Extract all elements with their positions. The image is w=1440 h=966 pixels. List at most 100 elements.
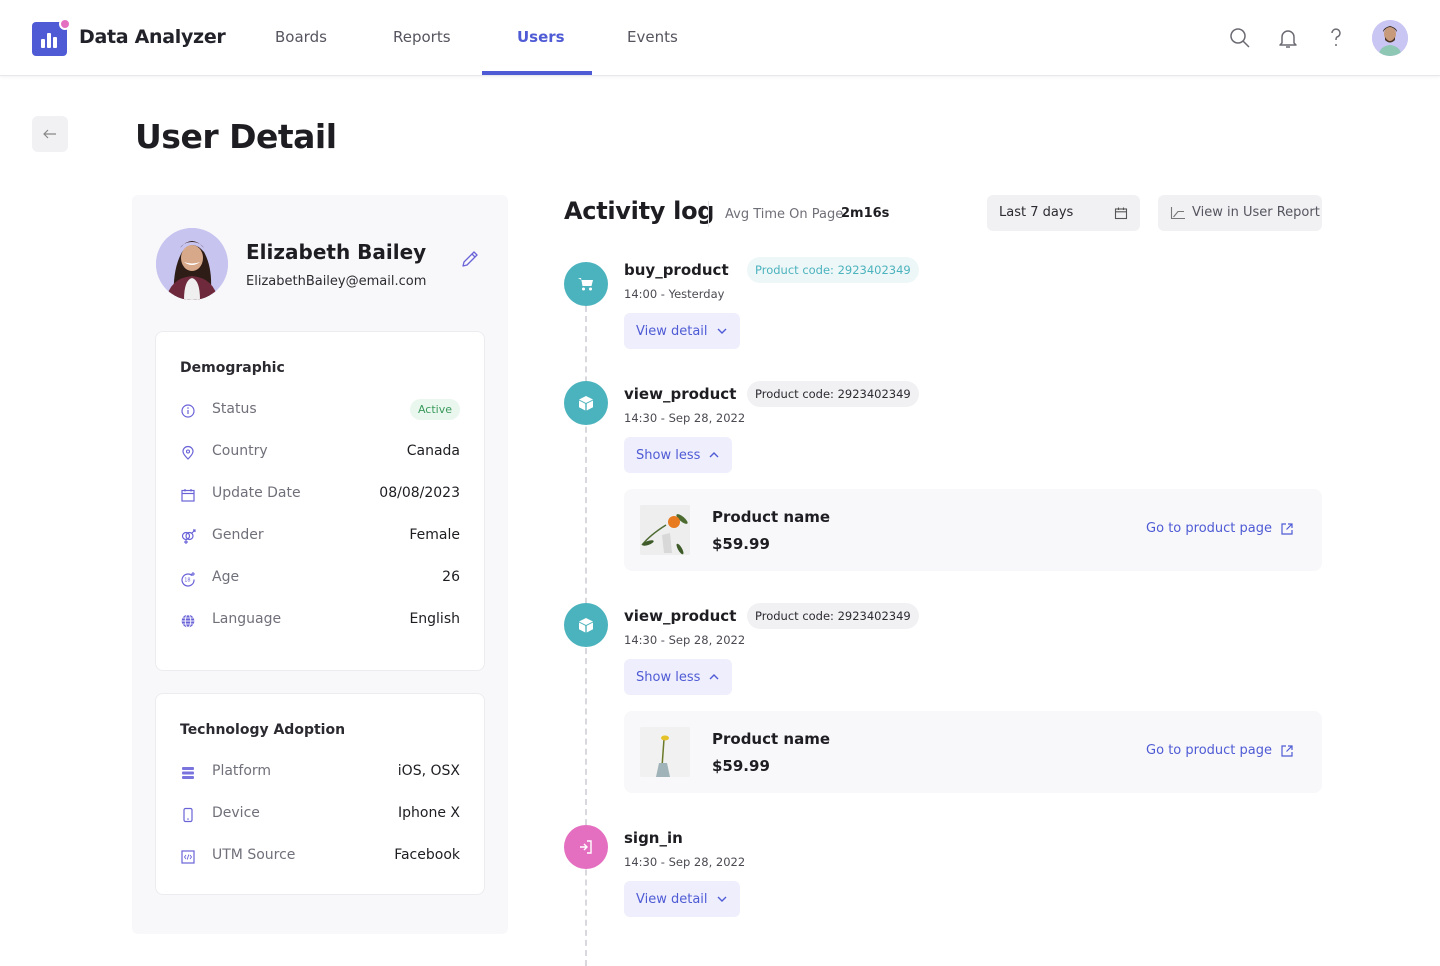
view-in-user-report-label: View in User Report xyxy=(1192,205,1320,220)
go-to-product-page-link[interactable]: Go to product page xyxy=(1146,521,1294,536)
calendar-icon xyxy=(1114,207,1128,220)
box-icon xyxy=(579,396,593,411)
date-range-value: Last 7 days xyxy=(999,205,1074,220)
platform-label: Platform xyxy=(212,763,272,779)
product-name: Product name xyxy=(712,508,831,526)
age-label: Age xyxy=(212,569,240,585)
age-value: 26 xyxy=(442,569,460,585)
chevron-down-icon xyxy=(717,896,727,902)
view-detail-label: View detail xyxy=(636,891,708,907)
technology-row-platform: Platform iOS, OSX xyxy=(180,761,460,785)
go-to-product-page-label: Go to product page xyxy=(1146,743,1272,758)
product-image xyxy=(640,727,690,777)
view-detail-button[interactable]: View detail xyxy=(624,313,740,349)
avg-time-value: 2m16s xyxy=(841,206,890,221)
profile-avatar xyxy=(156,228,228,300)
event-time: 14:00 - Yesterday xyxy=(624,287,725,301)
technology-row-device: Device Iphone X xyxy=(180,803,460,827)
country-value: Canada xyxy=(406,443,460,459)
event-icon-view-product xyxy=(564,603,608,647)
product-price: $59.99 xyxy=(712,757,770,775)
view-detail-button[interactable]: View detail xyxy=(624,881,740,917)
product-image xyxy=(640,505,690,555)
event-time: 14:30 - Sep 28, 2022 xyxy=(624,633,746,647)
device-value: Iphone X xyxy=(398,805,460,821)
chevron-down-icon xyxy=(717,328,727,334)
gender-label: Gender xyxy=(212,527,264,543)
product-code-pill: Product code: 2923402349 xyxy=(747,257,919,283)
search-icon[interactable] xyxy=(1228,26,1252,50)
product-card: Product name $59.99 Go to product page xyxy=(624,711,1322,793)
demographic-card: Demographic Status Active Country Canada… xyxy=(155,331,485,671)
arrow-left-icon xyxy=(43,129,56,139)
view-in-user-report-button[interactable]: View in User Report xyxy=(1158,195,1322,231)
user-avatar[interactable] xyxy=(1372,20,1408,56)
nav-tab-events[interactable]: Events xyxy=(627,28,678,46)
product-name: Product name xyxy=(712,730,831,748)
utm-source-label: UTM Source xyxy=(212,847,296,863)
technology-row-utm-source: UTM Source Facebook xyxy=(180,845,460,869)
demographic-row-gender: Gender Female xyxy=(180,525,460,549)
event-name: view_product xyxy=(624,385,737,403)
product-card: Product name $59.99 Go to product page xyxy=(624,489,1322,571)
sign-in-icon xyxy=(580,840,592,854)
show-less-label: Show less xyxy=(636,669,701,685)
technology-adoption-card: Technology Adoption Platform iOS, OSX De… xyxy=(155,693,485,895)
country-label: Country xyxy=(212,443,268,459)
external-link-icon xyxy=(1281,522,1293,535)
status-label: Status xyxy=(212,401,257,417)
show-less-button[interactable]: Show less xyxy=(624,659,733,695)
box-icon xyxy=(579,618,593,633)
product-code-pill: Product code: 2923402349 xyxy=(747,381,919,407)
nav-tab-boards[interactable]: Boards xyxy=(275,28,327,46)
update-date-value: 08/08/2023 xyxy=(379,485,460,501)
show-less-button[interactable]: Show less xyxy=(624,437,733,473)
chevron-up-icon xyxy=(709,452,719,458)
event-name: view_product xyxy=(624,607,737,625)
gender-icon xyxy=(181,529,196,544)
event-name: sign_in xyxy=(624,829,683,847)
date-range-select[interactable]: Last 7 days xyxy=(987,195,1140,231)
device-label: Device xyxy=(212,805,260,821)
demographic-row-age: 18 Age 26 xyxy=(180,567,460,591)
header-divider xyxy=(708,201,709,227)
demographic-row-status: Status Active xyxy=(180,399,460,423)
go-to-product-page-link[interactable]: Go to product page xyxy=(1146,743,1294,758)
bell-icon[interactable] xyxy=(1276,26,1300,50)
event-name: buy_product xyxy=(624,261,729,279)
activity-log-title: Activity log xyxy=(564,197,715,225)
layers-icon xyxy=(182,767,194,779)
app-title: Data Analyzer xyxy=(79,26,226,48)
event-icon-buy-product xyxy=(564,262,608,306)
nav-tab-users[interactable]: Users xyxy=(517,28,565,46)
page-title: User Detail xyxy=(135,117,337,156)
product-price: $59.99 xyxy=(712,535,770,553)
line-chart-icon xyxy=(1170,207,1185,220)
location-pin-icon xyxy=(182,445,194,460)
help-icon[interactable] xyxy=(1324,26,1348,50)
go-to-product-page-label: Go to product page xyxy=(1146,521,1272,536)
external-link-icon xyxy=(1281,744,1293,757)
edit-pencil-icon[interactable] xyxy=(460,249,480,269)
product-code-pill: Product code: 2923402349 xyxy=(747,603,919,629)
status-badge: Active xyxy=(409,399,460,420)
demographic-row-language: Language English xyxy=(180,609,460,633)
app-logo-icon[interactable] xyxy=(32,18,71,56)
show-less-label: Show less xyxy=(636,447,701,463)
platform-value: iOS, OSX xyxy=(397,763,460,779)
phone-icon xyxy=(183,807,193,823)
event-icon-sign-in xyxy=(564,825,608,869)
language-value: English xyxy=(409,611,460,627)
active-tab-indicator xyxy=(482,71,592,75)
chevron-up-icon xyxy=(709,674,719,680)
gender-value: Female xyxy=(409,527,460,543)
top-navigation-bar: Data Analyzer Boards Reports Users Event… xyxy=(0,0,1440,76)
nav-tab-reports[interactable]: Reports xyxy=(393,28,451,46)
back-button[interactable] xyxy=(32,116,68,152)
event-time: 14:30 - Sep 28, 2022 xyxy=(624,855,746,869)
event-icon-view-product xyxy=(564,381,608,425)
demographic-title: Demographic xyxy=(180,360,285,376)
demographic-row-update-date: Update Date 08/08/2023 xyxy=(180,483,460,507)
svg-text:18: 18 xyxy=(184,578,190,584)
avg-time-label: Avg Time On Page xyxy=(725,207,844,222)
